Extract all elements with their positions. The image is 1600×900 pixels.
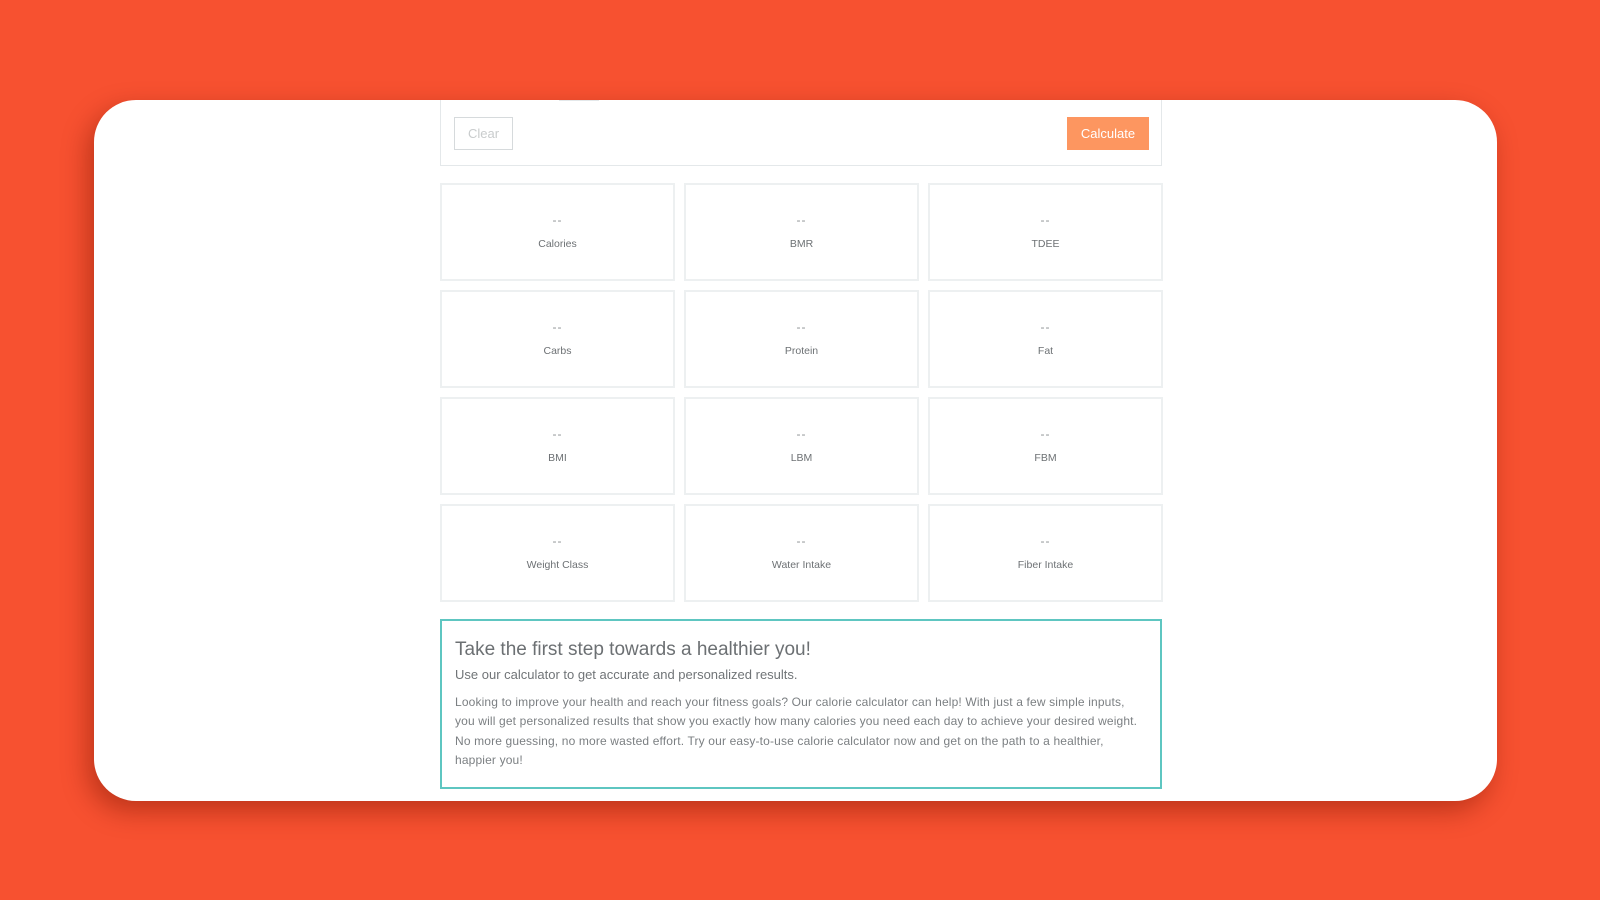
results-grid: -- Calories -- BMR -- TDEE -- Carbs -- P…: [440, 183, 1163, 602]
result-card-water-intake: -- Water Intake: [684, 504, 919, 602]
result-card-fbm: -- FBM: [928, 397, 1163, 495]
result-value: --: [796, 426, 807, 441]
calculator-content: Clear Calculate -- Calories -- BMR -- TD…: [440, 100, 1163, 789]
result-label: FBM: [1034, 451, 1057, 464]
result-value: --: [552, 212, 563, 227]
calculate-button[interactable]: Calculate: [1067, 117, 1149, 150]
result-card-weight-class: -- Weight Class: [440, 504, 675, 602]
result-label: Water Intake: [771, 558, 832, 571]
result-card-bmi: -- BMI: [440, 397, 675, 495]
result-value: --: [796, 533, 807, 548]
info-subtitle: Use our calculator to get accurate and p…: [455, 667, 798, 682]
result-card-lbm: -- LBM: [684, 397, 919, 495]
result-label: Fiber Intake: [1017, 558, 1074, 571]
result-card-fiber-intake: -- Fiber Intake: [928, 504, 1163, 602]
result-value: --: [552, 319, 563, 334]
result-value: --: [796, 212, 807, 227]
app-window: Clear Calculate -- Calories -- BMR -- TD…: [94, 100, 1497, 801]
clear-button[interactable]: Clear: [454, 117, 513, 150]
result-label: Calories: [538, 237, 577, 250]
info-title: Take the first step towards a healthier …: [455, 639, 811, 660]
result-label: Fat: [1037, 344, 1054, 357]
result-value: --: [1040, 426, 1051, 441]
result-value: --: [1040, 533, 1051, 548]
result-label: BMR: [789, 237, 814, 250]
result-label: BMI: [548, 451, 567, 464]
result-label: TDEE: [1031, 237, 1060, 250]
result-value: --: [552, 533, 563, 548]
result-label: Weight Class: [526, 558, 589, 571]
result-card-fat: -- Fat: [928, 290, 1163, 388]
info-panel: Take the first step towards a healthier …: [440, 619, 1162, 789]
result-value: --: [1040, 319, 1051, 334]
result-label: LBM: [790, 451, 813, 464]
result-card-tdee: -- TDEE: [928, 183, 1163, 281]
result-value: --: [552, 426, 563, 441]
divider: [559, 100, 599, 101]
info-body: Looking to improve your health and reach…: [455, 695, 1138, 767]
result-value: --: [1040, 212, 1051, 227]
result-card-bmr: -- BMR: [684, 183, 919, 281]
result-label: Protein: [784, 344, 819, 357]
result-label: Carbs: [543, 344, 572, 357]
result-value: --: [796, 319, 807, 334]
result-card-calories: -- Calories: [440, 183, 675, 281]
form-actions-bar: Clear Calculate: [440, 100, 1162, 166]
result-card-protein: -- Protein: [684, 290, 919, 388]
result-card-carbs: -- Carbs: [440, 290, 675, 388]
